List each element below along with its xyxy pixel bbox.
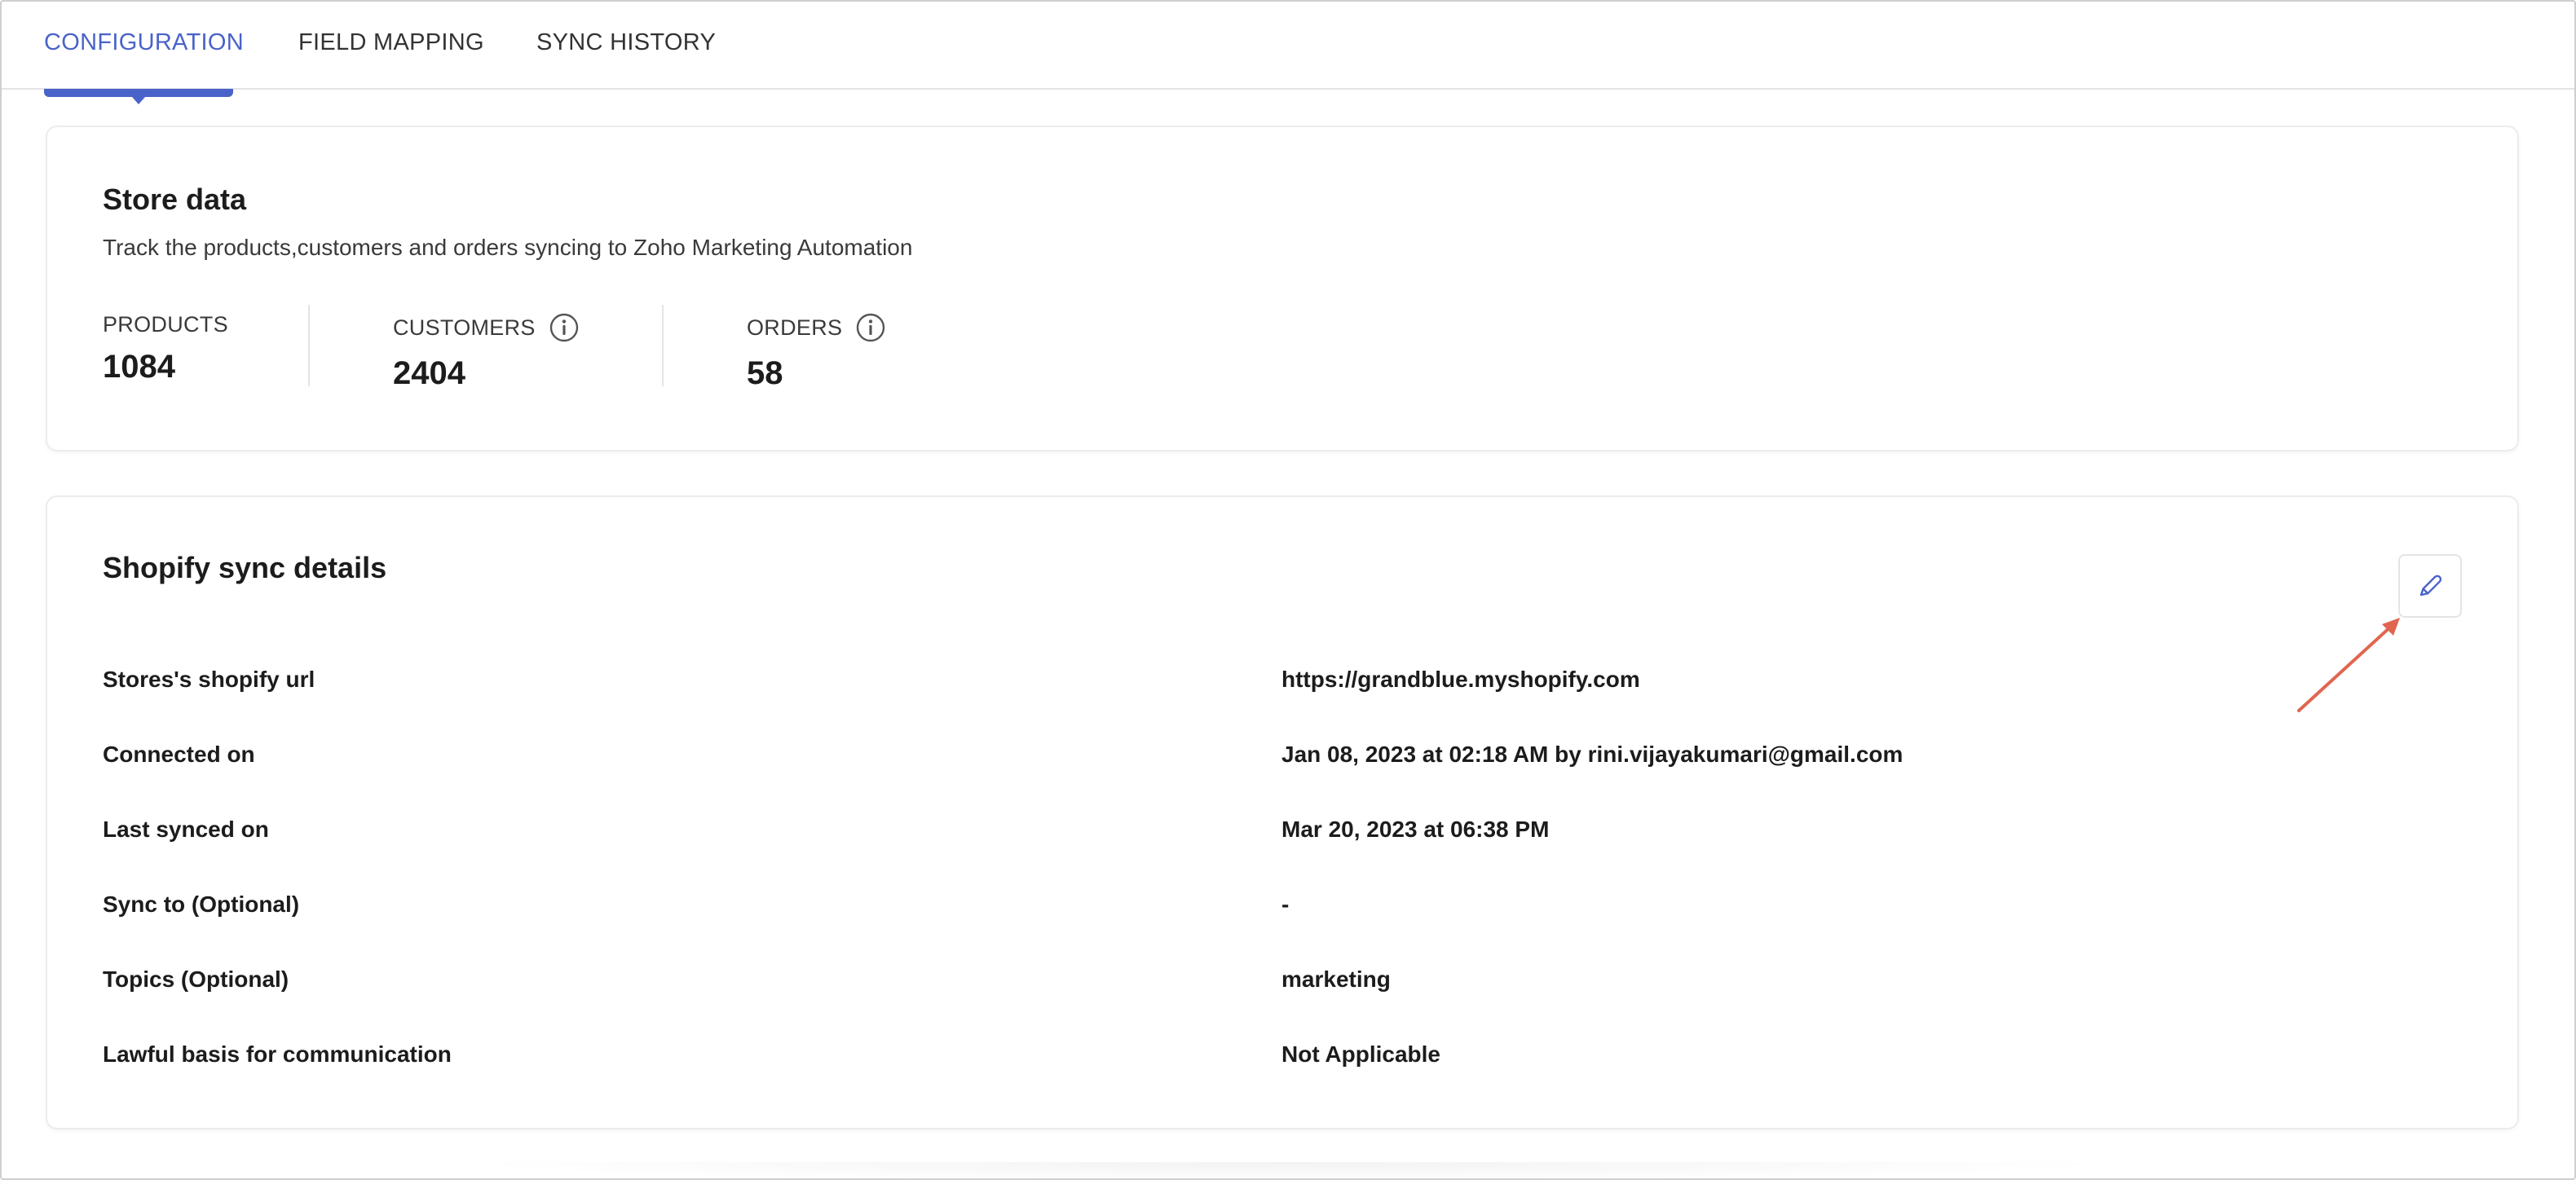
active-tab-indicator xyxy=(44,89,233,104)
detail-label: Sync to (Optional) xyxy=(103,892,300,917)
detail-row-sync-to: Sync to (Optional) - xyxy=(103,892,2467,924)
app-frame: CONFIGURATION FIELD MAPPING SYNC HISTORY… xyxy=(0,0,2576,1180)
stat-products: PRODUCTS 1084 xyxy=(103,308,228,385)
detail-value: Jan 08, 2023 at 02:18 AM by rini.vijayak… xyxy=(1281,742,1903,767)
bottom-shadow xyxy=(442,1162,2137,1178)
tab-field-mapping[interactable]: FIELD MAPPING xyxy=(298,29,484,56)
detail-row-last-synced: Last synced on Mar 20, 2023 at 06:38 PM xyxy=(103,817,2467,849)
orders-info-icon[interactable] xyxy=(855,312,886,343)
tab-sync-history[interactable]: SYNC HISTORY xyxy=(536,29,716,56)
stat-orders: ORDERS 58 xyxy=(747,308,886,392)
detail-label: Topics (Optional) xyxy=(103,966,289,992)
tab-configuration[interactable]: CONFIGURATION xyxy=(44,29,244,56)
detail-label: Stores's shopify url xyxy=(103,667,315,692)
stat-customers-value: 2404 xyxy=(393,355,465,391)
stat-products-value: 1084 xyxy=(103,349,175,385)
stat-customers: CUSTOMERS 2404 xyxy=(393,308,580,392)
store-data-title: Store data xyxy=(103,183,247,216)
detail-row-shopify-url: Stores's shopify url https://grandblue.m… xyxy=(103,667,2467,699)
stat-customers-label: CUSTOMERS xyxy=(393,315,536,340)
stat-orders-label: ORDERS xyxy=(747,315,843,340)
sync-details-title: Shopify sync details xyxy=(103,551,387,584)
detail-value: - xyxy=(1281,892,1290,917)
store-data-card: Store data Track the products,customers … xyxy=(46,125,2519,451)
edit-button[interactable] xyxy=(2398,554,2462,618)
sync-details-card: Shopify sync details Stores's shopify ur… xyxy=(46,495,2519,1129)
store-data-subtitle: Track the products,customers and orders … xyxy=(103,235,913,260)
stat-divider xyxy=(308,305,310,386)
pencil-icon xyxy=(2419,575,2442,597)
detail-label: Connected on xyxy=(103,742,255,767)
detail-value: marketing xyxy=(1281,966,1391,992)
detail-row-lawful-basis: Lawful basis for communication Not Appli… xyxy=(103,1041,2467,1074)
detail-label: Lawful basis for communication xyxy=(103,1041,452,1067)
detail-row-topics: Topics (Optional) marketing xyxy=(103,966,2467,999)
detail-label: Last synced on xyxy=(103,817,269,842)
detail-row-connected-on: Connected on Jan 08, 2023 at 02:18 AM by… xyxy=(103,742,2467,774)
detail-value: Not Applicable xyxy=(1281,1041,1440,1067)
detail-value: https://grandblue.myshopify.com xyxy=(1281,667,1640,692)
stat-orders-value: 58 xyxy=(747,355,783,391)
stat-divider xyxy=(662,305,664,386)
detail-value: Mar 20, 2023 at 06:38 PM xyxy=(1281,817,1550,842)
tab-bar: CONFIGURATION FIELD MAPPING SYNC HISTORY xyxy=(2,2,2574,104)
stat-products-label: PRODUCTS xyxy=(103,311,228,337)
customers-info-icon[interactable] xyxy=(549,312,580,343)
